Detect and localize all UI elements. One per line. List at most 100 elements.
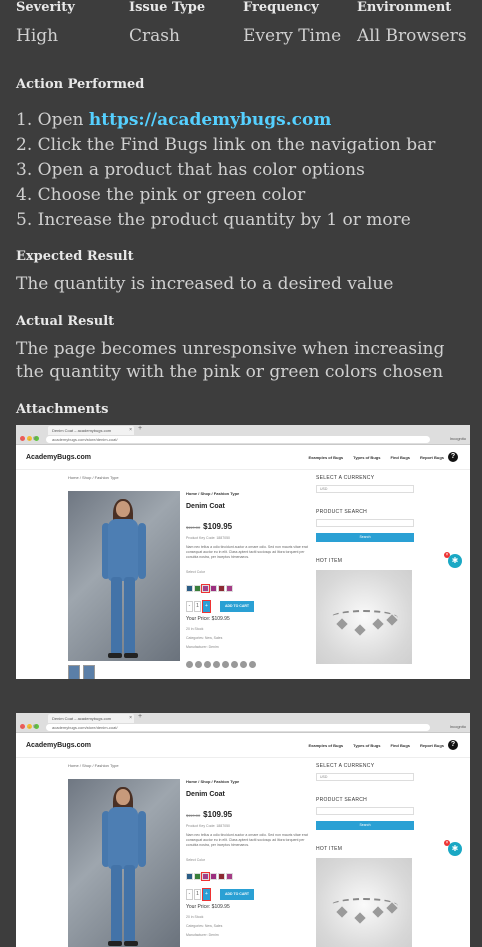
price: $109.95 <box>203 810 233 819</box>
old-price: $119.00 <box>186 813 201 818</box>
add-to-cart-button: ADD TO CART <box>220 601 254 612</box>
severity-label: Severity <box>16 0 75 15</box>
nav-types: Types of Bugs <box>353 743 381 748</box>
incognito-label: Incognito <box>449 436 466 441</box>
model-figure <box>102 499 146 659</box>
bug-icon: ✱ <box>448 842 462 856</box>
price: $109.95 <box>203 522 233 531</box>
search-heading: PRODUCT SEARCH <box>316 797 368 803</box>
help-icon: ? <box>448 452 458 462</box>
issue-type-label: Issue Type <box>129 0 206 15</box>
nav-arrows-icon: ← → ⟳ <box>20 724 37 730</box>
step-item: 2. Click the Find Bugs link on the navig… <box>16 133 435 158</box>
model-figure <box>102 787 146 947</box>
site-logo: AcademyBugs.com <box>26 454 91 461</box>
step-item: 4. Choose the pink or green color <box>16 183 435 208</box>
tab-close-icon: × <box>129 715 132 721</box>
product-title: Denim Coat <box>186 503 225 510</box>
incognito-label: Incognito <box>449 724 466 729</box>
step-number: 5. <box>16 210 33 230</box>
attachment-screenshot[interactable]: Denim Coat – academybugs.com × + ← → ⟳ ac… <box>16 713 470 947</box>
currency-select: USD <box>316 773 414 781</box>
step-text: Increase the product quantity by 1 or mo… <box>37 210 411 230</box>
product-search-input <box>316 519 414 527</box>
severity-value: High <box>16 26 59 46</box>
address-field: academybugs.com/store/denim-coat/ <box>46 436 430 443</box>
step-item: 5. Increase the product quantity by 1 or… <box>16 208 435 233</box>
price-row: $119.00 $109.95 <box>186 810 316 819</box>
sidebar: SELECT A CURRENCY USD PRODUCT SEARCH Sea… <box>316 763 414 947</box>
tab-title: Denim Coat – academybugs.com <box>52 716 112 721</box>
bug-icon: ✱ <box>448 554 462 568</box>
stock: 20 in Stock <box>186 915 204 919</box>
nav-examples: Examples of Bugs <box>308 743 344 748</box>
browser-chrome: Denim Coat – academybugs.com × + ← → ⟳ ac… <box>16 713 470 733</box>
hot-item-image <box>316 570 412 664</box>
browser-chrome: Denim Coat – academybugs.com × + ← → ⟳ ac… <box>16 425 470 445</box>
site-header: AcademyBugs.com Examples of Bugs Types of… <box>16 734 470 758</box>
site-logo: AcademyBugs.com <box>26 742 91 749</box>
product-info: Home / Shop / Fashion Type Denim Coat $1… <box>186 779 316 947</box>
select-color-label: Select Color <box>186 858 206 862</box>
breadcrumb: Home / Shop / Fashion Type <box>68 475 119 480</box>
step-number: 1. <box>16 110 33 130</box>
manufacturer: Manufacturer: Denim <box>186 645 219 649</box>
step-text: Open <box>37 110 89 130</box>
tab-close-icon: × <box>129 427 132 433</box>
attachments-title: Attachments <box>16 402 109 417</box>
color-swatches <box>186 867 316 885</box>
product-photo <box>68 491 180 661</box>
nav-arrows-icon: ← → ⟳ <box>20 436 37 442</box>
frequency-value: Every Time <box>243 26 342 46</box>
step-text: Open a product that has color options <box>37 160 365 180</box>
severity-field: Severity High <box>16 0 75 46</box>
frequency-label: Frequency <box>243 0 319 15</box>
nav-examples: Examples of Bugs <box>308 455 344 460</box>
qty-minus: - <box>186 889 193 900</box>
search-button: Search <box>316 533 414 542</box>
qty-value: 1 <box>194 889 201 900</box>
breadcrumb: Home / Shop / Fashion Type <box>68 763 119 768</box>
search-button: Search <box>316 821 414 830</box>
search-heading: PRODUCT SEARCH <box>316 509 368 515</box>
new-tab-icon: + <box>138 425 143 432</box>
environment-label: Environment <box>357 0 452 15</box>
step-number: 4. <box>16 185 33 205</box>
product-photo <box>68 779 180 947</box>
currency-heading: SELECT A CURRENCY <box>316 763 375 769</box>
nav-report-bugs: Report Bugs <box>420 455 444 460</box>
price-row: $119.00 $109.95 <box>186 522 316 531</box>
action-performed-title: Action Performed <box>16 77 145 92</box>
product-thumbnails <box>68 665 98 679</box>
site-header: AcademyBugs.com Examples of Bugs Types of… <box>16 446 470 470</box>
step-number: 2. <box>16 135 33 155</box>
hot-item-image <box>316 858 412 947</box>
social-icons <box>186 655 316 673</box>
nav-find-bugs: Find Bugs <box>390 455 410 460</box>
product-breadcrumb: Home / Shop / Fashion Type <box>186 491 240 496</box>
attachment-screenshot[interactable]: Denim Coat – academybugs.com × + ← → ⟳ ac… <box>16 425 470 679</box>
stock: 20 in Stock <box>186 627 204 631</box>
environment-field: Environment All Browsers <box>357 0 467 46</box>
currency-heading: SELECT A CURRENCY <box>316 475 375 481</box>
url-bar: ← → ⟳ academybugs.com/store/denim-coat/ … <box>20 724 466 732</box>
qty-plus-button: + <box>202 888 211 901</box>
steps-list: 1. Open https://academybugs.com 2. Click… <box>16 108 435 233</box>
nav-types: Types of Bugs <box>353 455 381 460</box>
step-item: 1. Open https://academybugs.com <box>16 108 435 133</box>
browser-tab: Denim Coat – academybugs.com × <box>48 426 134 435</box>
qty-plus-button: + <box>202 600 211 613</box>
select-color-label: Select Color <box>186 570 206 574</box>
product-search-input <box>316 807 414 815</box>
actual-result-text: The page becomes unresponsive when incre… <box>16 339 445 382</box>
actual-result-title: Actual Result <box>16 314 115 329</box>
academybugs-link[interactable]: https://academybugs.com <box>89 110 331 130</box>
hot-item-heading: HOT ITEM <box>316 846 343 852</box>
step-item: 3. Open a product that has color options <box>16 158 435 183</box>
address-field: academybugs.com/store/denim-coat/ <box>46 724 430 731</box>
category: Categories: New, Sales <box>186 636 223 640</box>
manufacturer: Manufacturer: Denim <box>186 933 219 937</box>
your-price: Your Price: $109.95 <box>186 616 230 622</box>
site-nav: Examples of Bugs Types of Bugs Find Bugs Re… <box>298 455 444 460</box>
currency-select: USD <box>316 485 414 493</box>
